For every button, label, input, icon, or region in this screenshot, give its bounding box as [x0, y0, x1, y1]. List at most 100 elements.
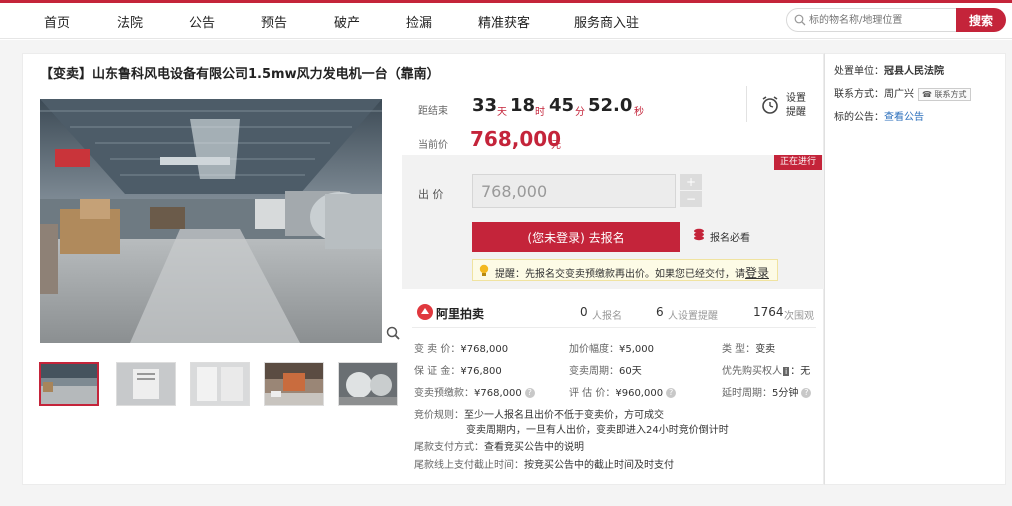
priority-value: ：无 — [790, 366, 811, 377]
current-price: 768,000 — [470, 127, 562, 151]
nav-item-bankruptcy[interactable]: 破产 — [334, 12, 360, 31]
must-read-link[interactable]: 报名必看 — [710, 229, 750, 244]
status-badge: 正在进行 — [774, 155, 822, 170]
appraisal-row: 评 估 价：¥960,000? — [569, 384, 677, 399]
thumbnail-2[interactable] — [116, 362, 176, 406]
deposit-key: 保 证 金： — [414, 366, 461, 377]
period-row: 变卖周期：60天 — [569, 362, 642, 377]
countdown-seconds: 52.0 — [588, 95, 633, 116]
countdown-seconds-unit: 秒 — [634, 107, 644, 118]
contact-value: 周广兴 — [884, 89, 914, 100]
reminder-count-label: 人设置提醒 — [668, 311, 718, 322]
priority-key: 优先购买权人 — [722, 366, 782, 377]
delay-row: 延时周期：5分钟? — [722, 384, 812, 399]
appraisal-key: 评 估 价： — [569, 388, 616, 399]
signup-count: 0 — [580, 305, 588, 319]
prepay-key: 变卖预缴款： — [414, 388, 474, 399]
platform-name: 阿里拍卖 — [436, 307, 485, 321]
tip-text: 提醒：先报名交变卖预缴款再出价。如果您已经交付，请登录 — [495, 264, 769, 281]
nav-item-home[interactable]: 首页 — [44, 12, 70, 31]
increase-bid-button[interactable]: + — [680, 174, 702, 190]
bid-input[interactable] — [472, 174, 676, 208]
prepay-row: 变卖预缴款：¥768,000? — [414, 384, 535, 399]
set-reminder-link[interactable]: 设置提醒 — [786, 92, 810, 120]
sale-price-row: 变 卖 价：¥768,000 — [414, 340, 508, 355]
final-pay-row: 尾款支付方式：查看竞买公告中的说明 — [414, 438, 584, 453]
view-count-label: 次围观 — [784, 311, 814, 322]
rule-key: 竞价规则： — [414, 410, 464, 421]
countdown-minutes: 45 — [549, 95, 575, 116]
search-box — [786, 8, 958, 32]
thumbnail-3[interactable] — [190, 362, 250, 406]
final-online-key: 尾款线上支付截止时间： — [414, 460, 524, 471]
notice-key: 标的公告： — [834, 112, 884, 123]
nav-item-precise[interactable]: 精准获客 — [478, 12, 530, 31]
sale-price-value: ¥768,000 — [460, 344, 509, 355]
deposit-value: ¥76,800 — [460, 366, 502, 377]
rule-row: 竞价规则：至少一人报名且出价不低于变卖价，方可成交 — [414, 406, 664, 421]
help-icon[interactable]: ? — [524, 388, 535, 398]
countdown-days: 33 — [472, 95, 498, 116]
type-key: 类 型： — [722, 344, 756, 355]
warehouse-photo — [40, 99, 382, 343]
search-icon — [794, 14, 806, 26]
appraisal-value: ¥960,000 — [615, 388, 664, 399]
help-icon[interactable]: ? — [801, 388, 812, 398]
nav-item-court[interactable]: 法院 — [117, 12, 143, 31]
separator — [412, 327, 816, 328]
reminder-count: 6 — [656, 305, 664, 319]
nav-item-notice[interactable]: 公告 — [189, 12, 215, 31]
nav-item-preview[interactable]: 预告 — [261, 12, 287, 31]
alarm-clock-icon[interactable] — [760, 95, 780, 115]
view-notice-link[interactable]: 查看公告 — [884, 112, 924, 123]
delay-key: 延时周期： — [722, 388, 772, 399]
price-unit: 元 — [551, 140, 561, 151]
search-button[interactable]: 搜索 — [956, 8, 1006, 32]
bid-label: 出 价 — [418, 188, 444, 201]
period-key: 变卖周期： — [569, 366, 619, 377]
increment-row: 加价幅度：¥5,000 — [569, 340, 654, 355]
decrease-bid-button[interactable]: − — [680, 191, 702, 207]
search-input[interactable] — [809, 12, 955, 29]
increment-value: ¥5,000 — [619, 344, 654, 355]
main-photo[interactable] — [40, 99, 382, 343]
page-title: 【变卖】山东鲁科风电设备有限公司1.5mw风力发电机一台（靠南） — [40, 67, 440, 82]
login-tip: 提醒：先报名交变卖预缴款再出价。如果您已经交付，请登录 — [472, 259, 778, 281]
countdown-label: 距结束 — [418, 106, 448, 117]
tip-message: 提醒：先报名交变卖预缴款再出价。如果您已经交付，请 — [495, 269, 745, 280]
disposal-unit-row: 处置单位：冠县人民法院 — [834, 62, 944, 77]
period-value: 60天 — [619, 366, 642, 377]
ali-auction-logo-icon — [417, 304, 433, 320]
disposal-unit-key: 处置单位： — [834, 66, 884, 77]
thumbnail-4[interactable] — [264, 362, 324, 406]
current-price-label: 当前价 — [418, 140, 448, 151]
final-online-row: 尾款线上支付截止时间：按竞买公告中的截止时间及时支付 — [414, 456, 674, 471]
notice-row: 标的公告：查看公告 — [834, 108, 924, 123]
nav-item-provider[interactable]: 服务商入驻 — [574, 12, 639, 31]
thumbnail-5[interactable] — [338, 362, 398, 406]
increment-key: 加价幅度： — [569, 344, 619, 355]
signup-count-label: 人报名 — [592, 311, 622, 322]
nav-item-bargain[interactable]: 捡漏 — [406, 12, 432, 31]
help-icon[interactable]: ? — [666, 388, 677, 398]
countdown-hours-unit: 时 — [535, 107, 545, 118]
type-row: 类 型：变卖 — [722, 340, 775, 355]
divider — [746, 86, 747, 122]
delay-value: 5分钟 — [772, 388, 799, 399]
lightbulb-icon — [479, 264, 489, 276]
disposal-unit-value: 冠县人民法院 — [884, 66, 944, 77]
prepay-value: ¥768,000 — [474, 388, 522, 399]
deposit-row: 保 证 金：¥76,800 — [414, 362, 502, 377]
contact-row: 联系方式：周广兴 ☎ 联系方式 — [834, 85, 971, 101]
rule-line-1: 至少一人报名且出价不低于变卖价，方可成交 — [464, 410, 664, 421]
info-badge-icon[interactable]: i — [783, 367, 790, 376]
priority-row: 优先购买权人 i ：无 — [722, 362, 810, 377]
final-pay-key: 尾款支付方式： — [414, 442, 484, 453]
magnifier-icon[interactable] — [386, 326, 400, 340]
thumbnail-1[interactable] — [39, 362, 99, 406]
rule-line-2: 变卖周期内，一旦有人出价，变卖即进入24小时竞价倒计时 — [466, 425, 729, 436]
contact-button[interactable]: ☎ 联系方式 — [918, 88, 971, 101]
login-link[interactable]: 登录 — [745, 266, 769, 280]
sale-price-key: 变 卖 价： — [414, 344, 461, 355]
signup-button[interactable]: (您未登录) 去报名 — [472, 222, 680, 252]
